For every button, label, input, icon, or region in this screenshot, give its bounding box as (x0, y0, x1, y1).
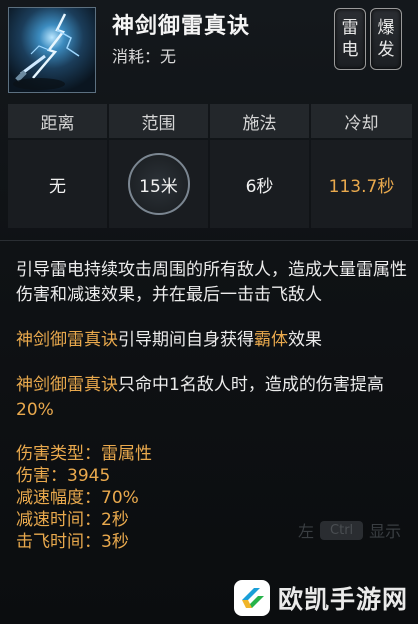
superarmor-text: 引导期间自身获得 (118, 330, 254, 350)
damage-type-label: 伤害类型： (16, 444, 101, 464)
damage-type-row: 伤害类型：雷属性 (16, 443, 410, 465)
description-superarmor: 神剑御雷真诀引导期间自身获得霸体效果 (16, 328, 410, 353)
background-ctrl-hint: 左 Ctrl 显示 (298, 518, 401, 542)
cost-label: 消耗： (112, 47, 161, 66)
skill-title: 神剑御雷真诀 (112, 13, 251, 39)
stat-cooldown-value: 113.7秒 (311, 140, 412, 228)
stat-header-distance: 距离 (8, 104, 107, 138)
damage-type-value: 雷属性 (101, 444, 152, 464)
stat-header-cast: 施法 (210, 104, 309, 138)
damage-bonus-highlight: 20% (16, 400, 54, 420)
hint-prefix: 左 (298, 522, 315, 541)
damage-value: 3945 (67, 466, 111, 486)
element-tag-lightning: 雷 电 (334, 8, 366, 70)
tag-burst-line1: 爆 (377, 18, 395, 38)
stat-header-cooldown: 冷却 (311, 104, 412, 138)
tag-lightning-line2: 电 (341, 40, 359, 60)
lightning-sword-skill-icon (8, 7, 96, 93)
stat-header-range: 范围 (109, 104, 208, 138)
stat-cast-value: 6秒 (210, 140, 309, 228)
skill-description: 引导雷电持续攻击周围的所有敌人，造成大量雷属性伤害和减速效果，并在最后一击击飞敌… (16, 258, 410, 553)
skill-name-highlight: 神剑御雷真诀 (16, 330, 118, 350)
slow-amount: 减速幅度：70% (16, 488, 139, 508)
tag-burst-line2: 发 (377, 40, 395, 60)
damage-row: 伤害：3945 (16, 465, 410, 487)
damage-label: 伤害： (16, 466, 67, 486)
cost-value: 无 (160, 47, 177, 66)
description-main: 引导雷电持续攻击周围的所有敌人，造成大量雷属性伤害和减速效果，并在最后一击击飞敌… (16, 260, 407, 305)
cost-row: 消耗：无 (112, 43, 176, 67)
single-target-text: 只命中1名敌人时，造成的伤害提高 (118, 375, 384, 395)
superarmor-highlight: 霸体 (254, 330, 288, 350)
element-tag-burst: 爆 发 (370, 8, 402, 70)
watermark-text: 欧凯手游网 (278, 585, 409, 614)
skill-name-highlight-2: 神剑御雷真诀 (16, 375, 118, 395)
stat-range-value: 15米 (127, 153, 190, 215)
stat-range-cell: 15米 (109, 140, 208, 228)
ctrl-key: Ctrl (320, 520, 364, 540)
description-single-target: 神剑御雷真诀只命中1名敌人时，造成的伤害提高 20% (16, 373, 410, 423)
superarmor-text-end: 效果 (288, 330, 322, 350)
hint-suffix: 显示 (369, 522, 402, 541)
site-watermark: 欧凯手游网 (232, 576, 418, 620)
skill-tooltip-panel: 神剑御雷真诀 消耗：无 雷 电 爆 发 距离 范围 施法 冷却 无 15米 6秒… (0, 0, 418, 624)
skill-header: 神剑御雷真诀 消耗：无 雷 电 爆 发 (0, 0, 418, 100)
stat-distance-value: 无 (8, 140, 107, 228)
divider (0, 240, 418, 241)
tag-lightning-line1: 雷 (341, 18, 359, 38)
skill-stats-table: 距离 范围 施法 冷却 无 15米 6秒 113.7秒 (8, 104, 412, 228)
okay-logo-icon (234, 580, 270, 616)
